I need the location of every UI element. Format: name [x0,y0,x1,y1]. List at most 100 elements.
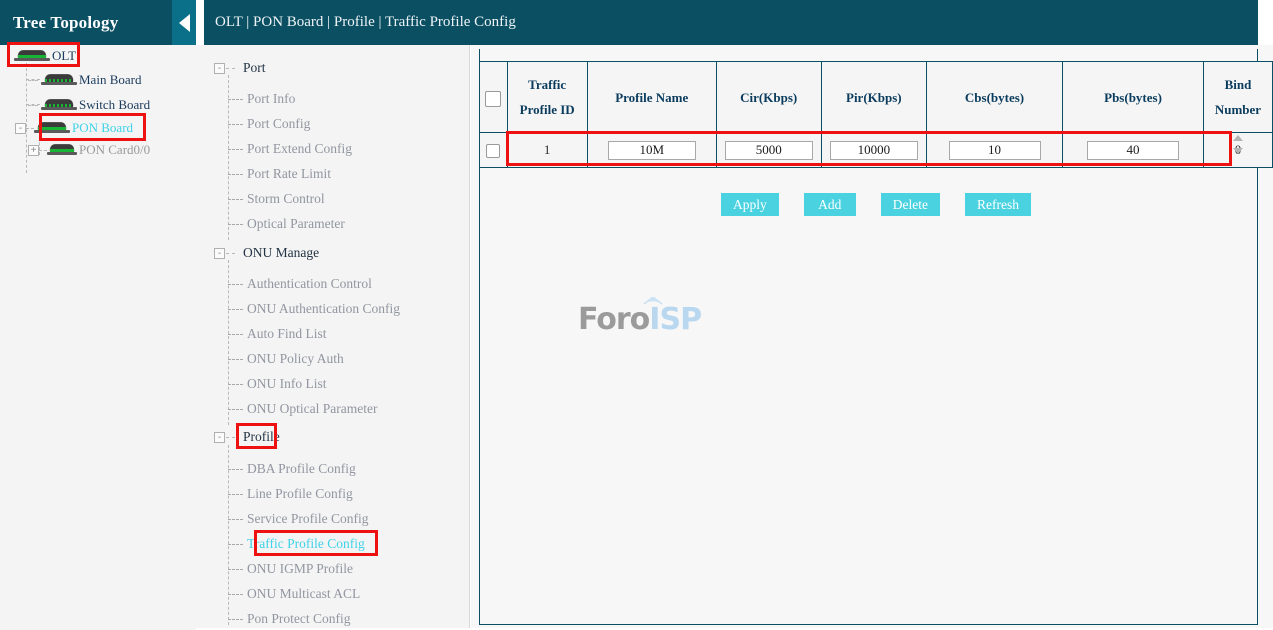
top-header-bar: OLT | PON Board | Profile | Traffic Prof… [204,0,1258,45]
breadcrumb: OLT | PON Board | Profile | Traffic Prof… [204,0,1258,31]
menu-item-dba-profile-config[interactable]: DBA Profile Config [228,461,356,477]
watermark-text-first: Foro [578,302,649,337]
menu-item-storm-control[interactable]: Storm Control [228,191,325,207]
pbs-bytes-input[interactable] [1087,141,1179,160]
menu-item-label: Port Extend Config [247,141,352,157]
triangle-left-icon [179,14,190,32]
navigation-menu-panel: - Port Port Info Port Config Port Extend… [196,45,470,628]
menu-connector-line [228,174,243,175]
menu-connector-line [228,359,243,360]
menu-item-service-profile-config[interactable]: Service Profile Config [228,511,368,527]
menu-item-pon-protect-config[interactable]: Pon Protect Config [228,611,351,627]
menu-expander-toggle[interactable]: - [214,248,225,259]
menu-connector-line [228,284,243,285]
menu-connector-line [228,594,243,595]
menu-connector-line [228,199,243,200]
tree-connector-line [28,80,38,81]
tree-expander-toggle[interactable]: - [15,123,26,134]
menu-item-port-extend-config[interactable]: Port Extend Config [228,141,352,157]
menu-item-onu-multicast-acl[interactable]: ONU Multicast ACL [228,586,360,602]
cell-profile-name [587,133,716,168]
header-pir-kbps: Pir(Kbps) [821,62,926,133]
cell-cir-kbps [716,133,821,168]
board-icon [34,122,70,135]
menu-group-label: Profile [235,429,280,445]
tree-topology-panel: Tree Topology OLT Main Board [0,0,196,628]
tree-node-switch-board[interactable]: Switch Board [28,96,150,114]
menu-item-optical-parameter[interactable]: Optical Parameter [228,216,345,232]
menu-item-onu-policy-auth[interactable]: ONU Policy Auth [228,351,344,367]
select-all-checkbox[interactable] [485,91,501,107]
tree-connector-line [39,150,47,151]
refresh-button[interactable]: Refresh [965,193,1031,216]
menu-item-label: Line Profile Config [247,486,353,502]
menu-connector-line [228,544,243,545]
cell-traffic-profile-id: 1 [507,133,587,168]
menu-group-onu-manage[interactable]: - ONU Manage [214,245,319,261]
menu-item-auto-find-list[interactable]: Auto Find List [228,326,327,342]
menu-group-label: Port [235,60,266,76]
menu-connector-line [226,68,235,69]
spinner-up-icon[interactable] [1233,135,1243,141]
menu-item-onu-optical-parameter[interactable]: ONU Optical Parameter [228,401,377,417]
menu-connector-line [228,409,243,410]
menu-connector-line [228,224,243,225]
menu-expander-toggle[interactable]: - [214,432,225,443]
header-cir-kbps: Cir(Kbps) [716,62,821,133]
header-traffic-profile-id: Traffic Profile ID [507,62,587,133]
board-icon [41,99,77,112]
table-header: Traffic Profile ID Profile Name Cir(Kbps… [480,62,1273,133]
cir-kbps-input[interactable] [725,141,813,160]
foroisp-watermark: ForoISP [578,293,698,341]
tree-node-main-board[interactable]: Main Board [28,71,141,89]
menu-item-label: Traffic Profile Config [247,536,365,552]
tree-node-label: Main Board [78,72,141,88]
spinner-down-icon[interactable] [1233,148,1243,154]
menu-item-label: Authentication Control [247,276,372,292]
menu-item-label: Port Config [247,116,310,132]
menu-group-profile[interactable]: - Profile [214,429,280,445]
traffic-profile-table: Traffic Profile ID Profile Name Cir(Kbps… [479,61,1273,168]
tree-node-label: OLT [51,48,76,64]
tree-expander-toggle[interactable]: + [28,145,39,156]
menu-connector-line [226,437,235,438]
menu-item-port-info[interactable]: Port Info [228,91,295,107]
menu-item-label: Pon Protect Config [247,611,351,627]
profile-name-input[interactable] [608,141,696,160]
add-button[interactable]: Add [804,193,856,216]
menu-item-label: ONU Multicast ACL [247,586,360,602]
board-icon [41,74,77,87]
cbs-bytes-input[interactable] [949,141,1041,160]
menu-item-line-profile-config[interactable]: Line Profile Config [228,486,353,502]
menu-item-label: ONU Info List [247,376,327,392]
menu-item-authentication-control[interactable]: Authentication Control [228,276,372,292]
menu-expander-toggle[interactable]: - [214,63,225,74]
delete-button[interactable]: Delete [881,193,940,216]
tree-node-list: OLT Main Board Switch Board - PON Boar [0,45,196,630]
menu-item-port-rate-limit[interactable]: Port Rate Limit [228,166,331,182]
menu-item-onu-info-list[interactable]: ONU Info List [228,376,327,392]
tree-node-pon-board[interactable]: - PON Board [15,119,133,137]
menu-item-traffic-profile-config[interactable]: Traffic Profile Config [228,536,365,552]
menu-connector-line [228,619,243,620]
header-pbs-bytes: Pbs(bytes) [1063,62,1204,133]
select-all-header [480,62,508,133]
watermark-text: ForoISP [578,302,701,337]
tree-node-olt[interactable]: OLT [14,47,76,65]
pir-kbps-input[interactable] [830,141,918,160]
menu-item-onu-authentication-config[interactable]: ONU Authentication Config [228,301,400,317]
menu-item-onu-igmp-profile[interactable]: ONU IGMP Profile [228,561,353,577]
watermark-text-second: ISP [649,302,701,337]
tree-connector-line [26,128,34,129]
menu-item-label: ONU Optical Parameter [247,401,377,417]
tree-node-pon-card[interactable]: + PON Card0/0 [28,141,150,159]
menu-connector-line [228,519,243,520]
row-scroll-spinner[interactable] [1231,131,1244,165]
row-checkbox[interactable] [486,144,500,158]
menu-item-port-config[interactable]: Port Config [228,116,310,132]
menu-group-port[interactable]: - Port [214,60,266,76]
table-header-row: Traffic Profile ID Profile Name Cir(Kbps… [480,62,1273,133]
menu-connector-line [226,253,235,254]
apply-button[interactable]: Apply [721,193,779,216]
collapse-sidebar-button[interactable] [172,0,196,45]
